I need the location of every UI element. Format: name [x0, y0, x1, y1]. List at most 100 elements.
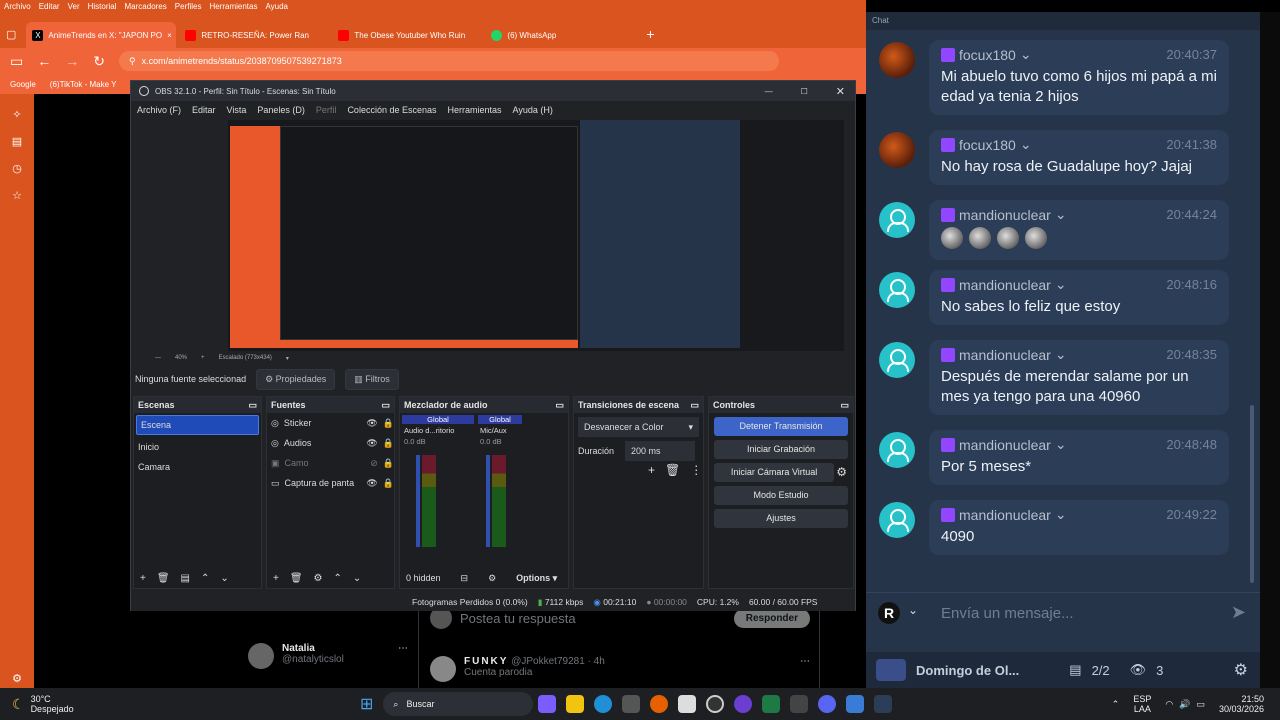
- more-icon[interactable]: ⋮: [690, 463, 702, 477]
- lock-icon[interactable]: 🔒: [383, 433, 394, 453]
- scene-item[interactable]: Camara: [134, 457, 261, 477]
- clock[interactable]: 21:50 30/03/2026: [1219, 694, 1264, 714]
- up-icon[interactable]: ⌃: [201, 573, 209, 584]
- chevron-down-icon[interactable]: ⌄: [1055, 276, 1067, 293]
- lock-icon[interactable]: 🔒: [383, 453, 394, 473]
- tweet-item[interactable]: FUNKY @JPokket79281 · 4h Cuenta parodia …: [430, 656, 810, 688]
- windows-start-icon[interactable]: ⊞: [360, 694, 373, 714]
- store-icon[interactable]: [622, 695, 641, 713]
- dock-menu-icon[interactable]: ▭: [690, 397, 699, 413]
- tab-animetrends[interactable]: X AnimeTrends en X: "JAPON PO ×: [26, 22, 177, 48]
- down-icon[interactable]: ⌄: [220, 573, 228, 584]
- excel-icon[interactable]: [762, 695, 781, 713]
- avatar[interactable]: [879, 132, 915, 168]
- message-author[interactable]: focux180: [959, 137, 1016, 153]
- trash-icon[interactable]: 🗑: [157, 573, 170, 584]
- settings-icon[interactable]: ⚙: [0, 672, 34, 685]
- stop-stream-button[interactable]: Detener Transmisión: [714, 417, 848, 436]
- sparkle-icon[interactable]: ✧: [0, 108, 34, 121]
- menu-item[interactable]: Archivo (F): [137, 105, 181, 115]
- edge-icon[interactable]: [594, 695, 613, 713]
- avatar[interactable]: [879, 202, 915, 238]
- chevron-down-icon[interactable]: ⌄: [1020, 46, 1032, 63]
- layout-icon[interactable]: ⊟: [461, 573, 469, 584]
- message-author[interactable]: mandionuclear: [959, 277, 1051, 293]
- add-icon[interactable]: +: [273, 573, 279, 584]
- gear-icon[interactable]: ⚙: [314, 573, 323, 584]
- user-card[interactable]: Natalia @natalyticslol ⋯: [248, 643, 408, 673]
- history-icon[interactable]: ◷: [0, 162, 34, 175]
- avatar[interactable]: [879, 272, 915, 308]
- zoom-out[interactable]: —: [155, 355, 161, 361]
- menu-item[interactable]: Herramientas: [448, 105, 502, 115]
- chevron-down-icon[interactable]: ⌄: [1055, 436, 1067, 453]
- eye-off-icon[interactable]: ⊘: [370, 453, 378, 473]
- preview-canvas[interactable]: [228, 120, 844, 351]
- dock-menu-icon[interactable]: ▭: [381, 397, 390, 413]
- menu-item[interactable]: Archivo: [4, 0, 31, 14]
- more-icon[interactable]: ⋯: [398, 643, 408, 673]
- chevron-down-icon[interactable]: ⌄: [1055, 346, 1067, 363]
- scene-item[interactable]: Inicio: [134, 437, 261, 457]
- up-icon[interactable]: ⌃: [334, 573, 342, 584]
- chevron-down-icon[interactable]: ▾: [286, 355, 289, 362]
- source-item[interactable]: ▣ Camo ⊘ 🔒: [267, 453, 394, 473]
- transition-select[interactable]: Desvanecer a Color ▾: [578, 417, 699, 437]
- menu-item[interactable]: Editar: [39, 0, 60, 14]
- gear-icon[interactable]: ⚙: [836, 465, 847, 482]
- start-recording-button[interactable]: Iniciar Grabación: [714, 440, 848, 459]
- pen-icon[interactable]: [790, 695, 809, 713]
- avatar[interactable]: [879, 342, 915, 378]
- chevron-down-icon[interactable]: ⌄: [1020, 136, 1032, 153]
- tab-list-icon[interactable]: ▢: [6, 28, 16, 41]
- avatar[interactable]: [879, 42, 915, 78]
- copilot-icon[interactable]: [538, 695, 557, 713]
- close-icon[interactable]: ✕: [836, 85, 845, 98]
- volume-slider[interactable]: [486, 455, 490, 547]
- dock-menu-icon[interactable]: ▭: [555, 397, 564, 413]
- lock-icon[interactable]: 🔒: [383, 473, 394, 493]
- reply-button[interactable]: Responder: [733, 608, 810, 628]
- avatar[interactable]: [879, 432, 915, 468]
- message-author[interactable]: mandionuclear: [959, 437, 1051, 453]
- back-icon[interactable]: ←: [37, 53, 51, 69]
- star-icon[interactable]: ☆: [0, 189, 34, 202]
- menu-item[interactable]: Herramientas: [209, 0, 257, 14]
- message-author[interactable]: focux180: [959, 47, 1016, 63]
- studio-mode-button[interactable]: Modo Estudio: [714, 486, 848, 505]
- tray-chevron-icon[interactable]: ⌃: [1112, 699, 1120, 710]
- notes-icon[interactable]: [846, 695, 865, 713]
- channel-name[interactable]: Audio d...ritorio: [402, 424, 474, 435]
- menu-item[interactable]: Editar: [192, 105, 216, 115]
- source-item[interactable]: ◎ Sticker 👁 🔒: [267, 413, 394, 433]
- more-icon[interactable]: ⋯: [800, 656, 810, 688]
- chevron-down-icon[interactable]: ⌄: [1055, 206, 1067, 223]
- volume-icon[interactable]: 🔊: [1179, 699, 1190, 710]
- forward-icon[interactable]: →: [65, 53, 79, 69]
- menu-item[interactable]: Perfiles: [175, 0, 202, 14]
- menu-item[interactable]: Ayuda (H): [513, 105, 553, 115]
- dock-menu-icon[interactable]: ▭: [248, 397, 257, 413]
- gear-icon[interactable]: ⚙: [1234, 660, 1248, 680]
- source-item[interactable]: ▭ Captura de panta 👁 🔒: [267, 473, 394, 493]
- duration-input[interactable]: 200 ms: [625, 441, 696, 461]
- settings-button[interactable]: Ajustes: [714, 509, 848, 528]
- filter-icon[interactable]: ▤: [181, 573, 190, 584]
- send-icon[interactable]: ➤: [1231, 602, 1246, 623]
- start-virtualcam-button[interactable]: Iniciar Cámara Virtual: [714, 463, 835, 482]
- channel-name[interactable]: Domingo de Ol...: [916, 663, 1019, 678]
- menu-item[interactable]: Ayuda: [265, 0, 288, 14]
- add-icon[interactable]: +: [140, 573, 146, 584]
- chat-app-icon[interactable]: [874, 695, 893, 713]
- minimize-icon[interactable]: —: [765, 87, 773, 96]
- bookmark-tiktok[interactable]: (6)TikTok - Make Y: [50, 80, 117, 89]
- avatar[interactable]: [879, 502, 915, 538]
- message-author[interactable]: mandionuclear: [959, 207, 1051, 223]
- gear-icon[interactable]: ⚙: [488, 573, 496, 584]
- message-author[interactable]: mandionuclear: [959, 347, 1051, 363]
- reload-icon[interactable]: ↻: [93, 53, 105, 70]
- zoom-in[interactable]: +: [201, 355, 205, 361]
- new-tab-icon[interactable]: +: [646, 26, 654, 42]
- channel-name[interactable]: Mic/Aux: [478, 424, 522, 435]
- message-input[interactable]: Envía un mensaje...: [941, 605, 1074, 622]
